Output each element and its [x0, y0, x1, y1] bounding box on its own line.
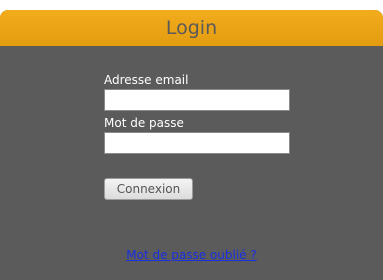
login-button[interactable]: Connexion: [104, 178, 193, 200]
login-panel: Login Adresse email Mot de passe Connexi…: [0, 10, 383, 280]
login-header: Login: [0, 10, 383, 46]
login-form: Adresse email Mot de passe Connexion: [104, 72, 290, 200]
forgot-password-link[interactable]: Mot de passe oublié ?: [126, 248, 257, 262]
email-field[interactable]: [104, 89, 290, 111]
email-label: Adresse email: [104, 73, 189, 87]
login-title: Login: [165, 17, 218, 39]
forgot-password: Mot de passe oublié ?: [0, 244, 383, 263]
password-label: Mot de passe: [104, 116, 184, 130]
password-field[interactable]: [104, 132, 290, 154]
